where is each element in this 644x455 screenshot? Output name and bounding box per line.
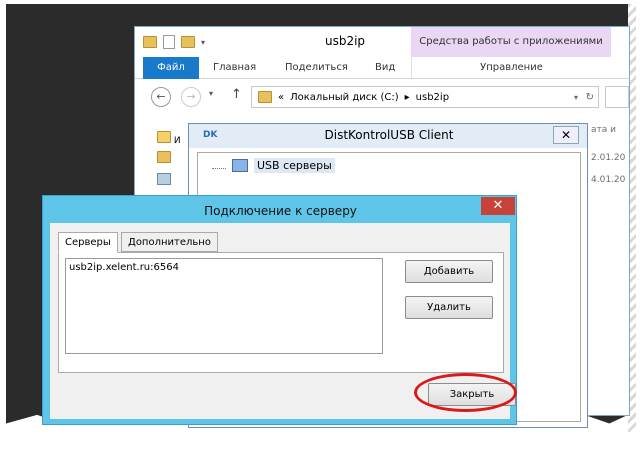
dialog-title: Подключение к серверу [204, 204, 357, 218]
address-dropdown-icon[interactable]: ▾ [574, 93, 578, 102]
up-arrow-icon[interactable]: ↑ [231, 87, 242, 102]
back-button[interactable]: ← [151, 87, 171, 107]
tab-manage[interactable]: Управление [411, 57, 611, 79]
tab-advanced[interactable]: Дополнительно [121, 232, 218, 252]
refresh-icon[interactable]: ↻ [586, 92, 594, 103]
distkontrol-title: DistKontrolUSB Client [324, 128, 454, 142]
date-cell: 4.01.20 [591, 175, 626, 185]
app-tools-context-tab[interactable]: Средства работы с приложениями [411, 27, 611, 57]
new-folder-icon[interactable] [181, 36, 195, 48]
star-folder-icon [157, 131, 171, 143]
add-button[interactable]: Добавить [405, 260, 493, 283]
tree-node-usb-servers[interactable]: USB серверы [212, 158, 335, 173]
dialog-body: Серверы Дополнительно usb2ip.xelent.ru:6… [50, 223, 517, 419]
tree-connector [212, 162, 226, 169]
quick-access-toolbar: ▾ [143, 35, 205, 49]
breadcrumb-overflow[interactable]: « [278, 92, 284, 103]
connect-dialog: Подключение к серверу ✕ Серверы Дополнит… [42, 195, 517, 425]
network-icon [232, 159, 248, 172]
tree-node-label: USB серверы [254, 158, 335, 173]
downloads-folder-icon[interactable] [157, 151, 171, 163]
forward-button[interactable]: → [181, 87, 201, 107]
date-column-header[interactable]: ата и [591, 125, 616, 135]
dialog-close-button[interactable]: ✕ [481, 197, 515, 215]
search-field[interactable] [605, 86, 629, 108]
tab-servers[interactable]: Серверы [58, 232, 118, 253]
recent-dropdown-icon[interactable]: ▾ [209, 89, 213, 98]
servers-tab-panel: usb2ip.xelent.ru:6564 Добавить Удалить [58, 252, 504, 373]
tab-file[interactable]: Файл [143, 57, 199, 79]
folder-icon [258, 91, 272, 103]
dk-logo: DK [203, 130, 218, 140]
tab-view[interactable]: Вид [375, 57, 395, 79]
date-cell: 2.01.20 [591, 153, 626, 163]
remove-button[interactable]: Удалить [405, 296, 493, 319]
annotation-highlight-ellipse [414, 373, 517, 412]
server-list[interactable]: usb2ip.xelent.ru:6564 [65, 258, 383, 354]
breadcrumb-drive[interactable]: Локальный диск (C:) [290, 92, 399, 103]
folder-icon[interactable] [143, 36, 157, 48]
computer-icon[interactable] [157, 173, 171, 185]
breadcrumb-separator-icon: ▸ [404, 91, 410, 103]
tab-home[interactable]: Главная [213, 57, 256, 79]
properties-icon[interactable] [163, 35, 175, 49]
close-button[interactable]: ✕ [553, 126, 579, 144]
tab-share[interactable]: Поделиться [285, 57, 348, 79]
list-item[interactable]: usb2ip.xelent.ru:6564 [69, 262, 179, 273]
tree-item-partial[interactable]: И [174, 136, 181, 146]
qat-dropdown-icon[interactable]: ▾ [201, 38, 205, 47]
address-row: ← → ▾ ↑ « Локальный диск (C:) ▸ usb2ip ▾… [135, 81, 629, 111]
breadcrumb-folder[interactable]: usb2ip [416, 92, 449, 103]
address-bar[interactable]: « Локальный диск (C:) ▸ usb2ip ▾ ↻ [251, 86, 599, 108]
window-title: usb2ip [324, 34, 366, 48]
